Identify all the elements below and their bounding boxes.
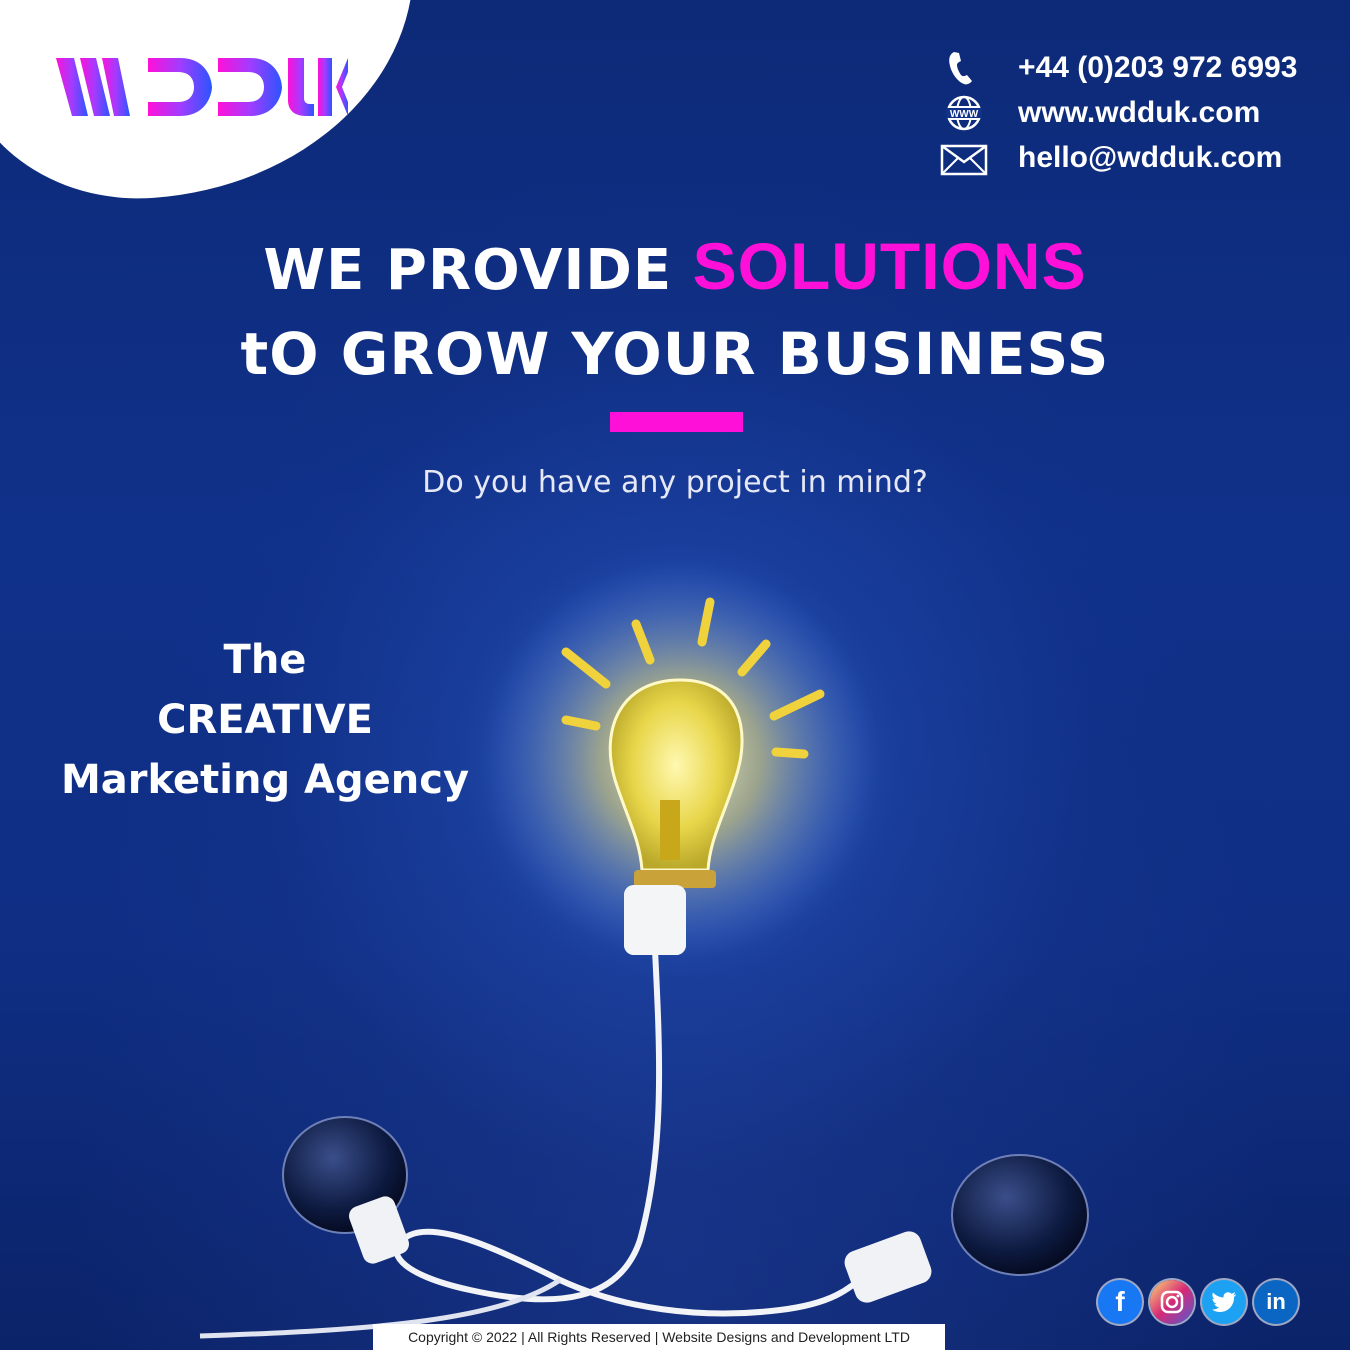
phone-number: +44 (0)203 972 6993 (1018, 51, 1298, 84)
envelope-icon (940, 144, 988, 176)
instagram-glyph (1160, 1290, 1184, 1314)
contact-info: +44 (0)203 972 6993 WWW www.wdduk.com he… (938, 48, 1318, 183)
phone-icon (949, 52, 972, 85)
wdduk-logo (56, 58, 348, 116)
headline-prefix: WE PROVIDE (263, 238, 673, 303)
contact-email-row[interactable]: hello@wdduk.com (938, 138, 1318, 183)
copyright-bar: Copyright © 2022 | All Rights Reserved |… (373, 1324, 945, 1350)
tagline-creative: CREATIVE (157, 697, 373, 743)
headline-line-1: WE PROVIDE SOLUTIONS (0, 228, 1350, 304)
headline-line-2: tO GROW YOUR BUSINESS (240, 320, 1110, 388)
poster: +44 (0)203 972 6993 WWW www.wdduk.com he… (0, 0, 1350, 1350)
website-url: www.wdduk.com (1018, 96, 1261, 129)
email-address: hello@wdduk.com (1018, 141, 1283, 174)
facebook-icon[interactable]: f (1098, 1280, 1142, 1324)
facebook-glyph: f (1115, 1286, 1125, 1317)
linkedin-icon[interactable]: in (1254, 1280, 1298, 1324)
twitter-icon[interactable] (1202, 1280, 1246, 1324)
contact-phone-row[interactable]: +44 (0)203 972 6993 (938, 48, 1318, 93)
tagline-marketing-agency: Marketing Agency (60, 757, 470, 803)
twitter-glyph (1212, 1292, 1236, 1312)
project-question: Do you have any project in mind? (422, 465, 928, 500)
svg-text:WWW: WWW (950, 109, 979, 120)
contact-website-row[interactable]: WWW www.wdduk.com (938, 93, 1318, 138)
unlit-bulb-right (844, 1154, 1089, 1303)
instagram-icon[interactable] (1150, 1280, 1194, 1324)
headline-accent: SOLUTIONS (692, 229, 1087, 303)
headline-divider (610, 412, 743, 432)
unlit-bulb-left (282, 1116, 409, 1264)
globe-www-icon: WWW (946, 95, 982, 131)
linkedin-glyph: in (1266, 1289, 1286, 1314)
tagline-the: The (223, 637, 307, 683)
